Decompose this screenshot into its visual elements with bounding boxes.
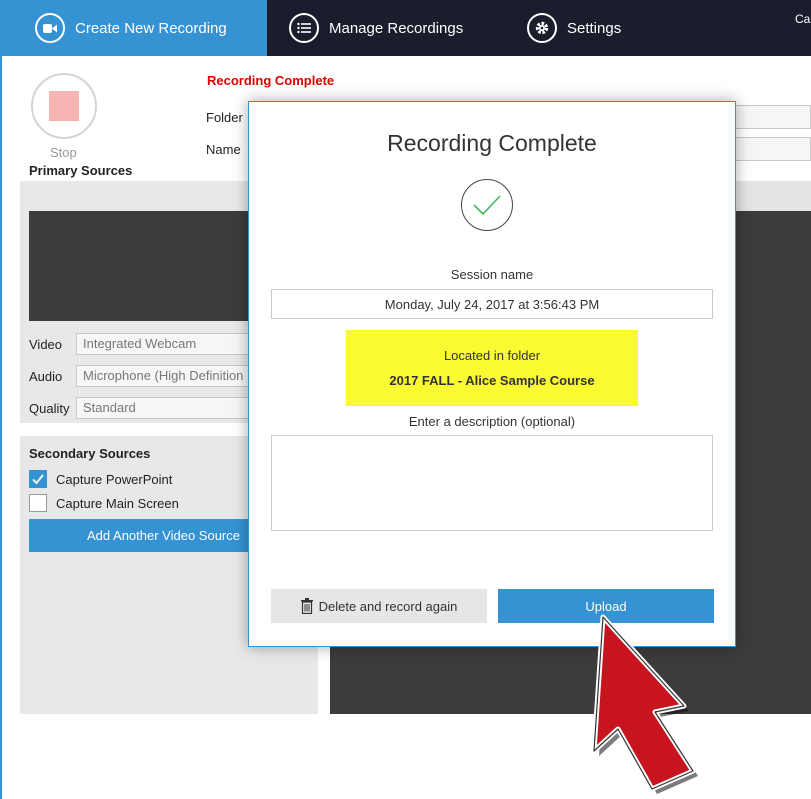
pointer-cursor-icon — [591, 614, 698, 794]
